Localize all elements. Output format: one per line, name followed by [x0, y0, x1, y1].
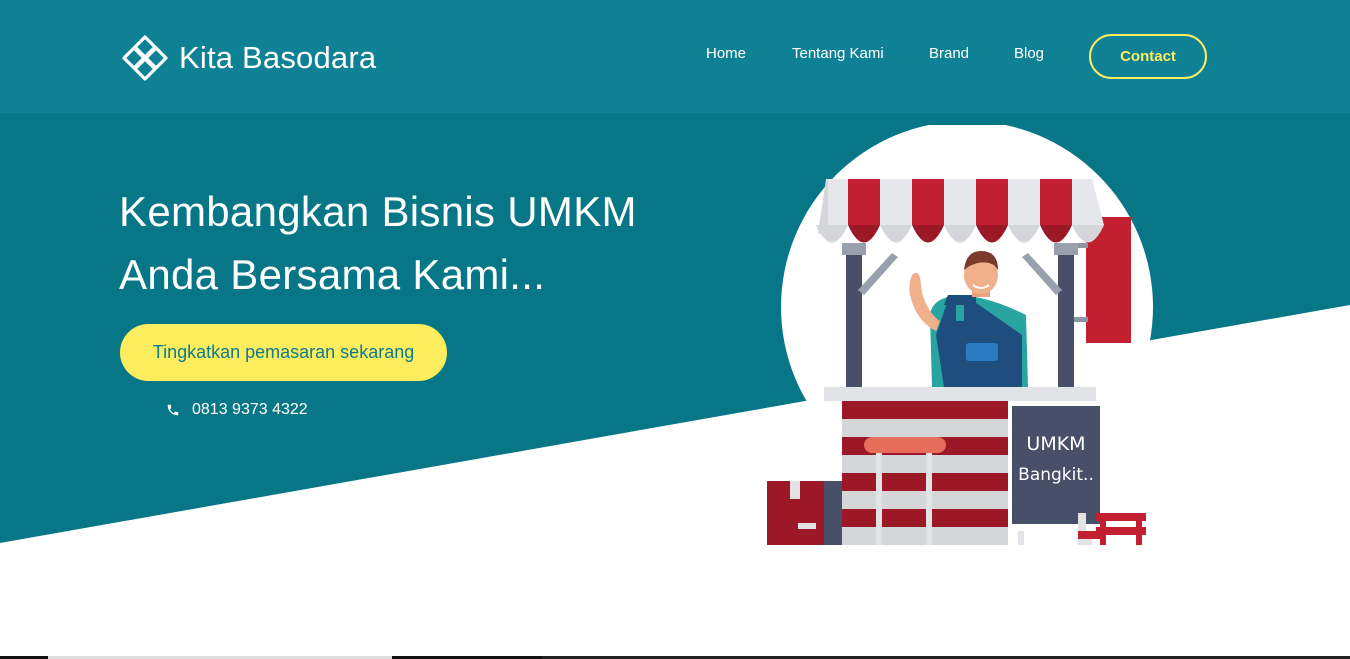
contact-button[interactable]: Contact [1089, 34, 1207, 79]
phone-icon [167, 404, 179, 416]
sign-text-line-2: Bangkit.. [1018, 465, 1094, 485]
flower-logo-icon [122, 35, 168, 81]
nav-blog[interactable]: Blog [1014, 45, 1044, 62]
nav-tentang-kami[interactable]: Tentang Kami [792, 45, 884, 62]
site-header: Kita Basodara Home Tentang Kami Brand Bl… [0, 0, 1350, 113]
market-stall-illustration: UMKM Bangkit.. [767, 125, 1153, 545]
nav-brand[interactable]: Brand [929, 45, 969, 62]
hero-title-line-2: Anda Bersama Kami... [119, 251, 546, 298]
brand-link[interactable]: Kita Basodara [121, 34, 376, 82]
hero-title: Kembangkan Bisnis UMKM Anda Bersama Kami… [119, 180, 739, 306]
brand-name: Kita Basodara [179, 40, 377, 75]
hero-title-line-1: Kembangkan Bisnis UMKM [119, 188, 637, 235]
phone-contact[interactable]: 0813 9373 4322 [166, 400, 308, 420]
nav-home[interactable]: Home [706, 45, 746, 62]
phone-number: 0813 9373 4322 [192, 401, 308, 418]
cta-button[interactable]: Tingkatkan pemasaran sekarang [120, 324, 447, 381]
sign-text-line-1: UMKM [1026, 433, 1085, 455]
